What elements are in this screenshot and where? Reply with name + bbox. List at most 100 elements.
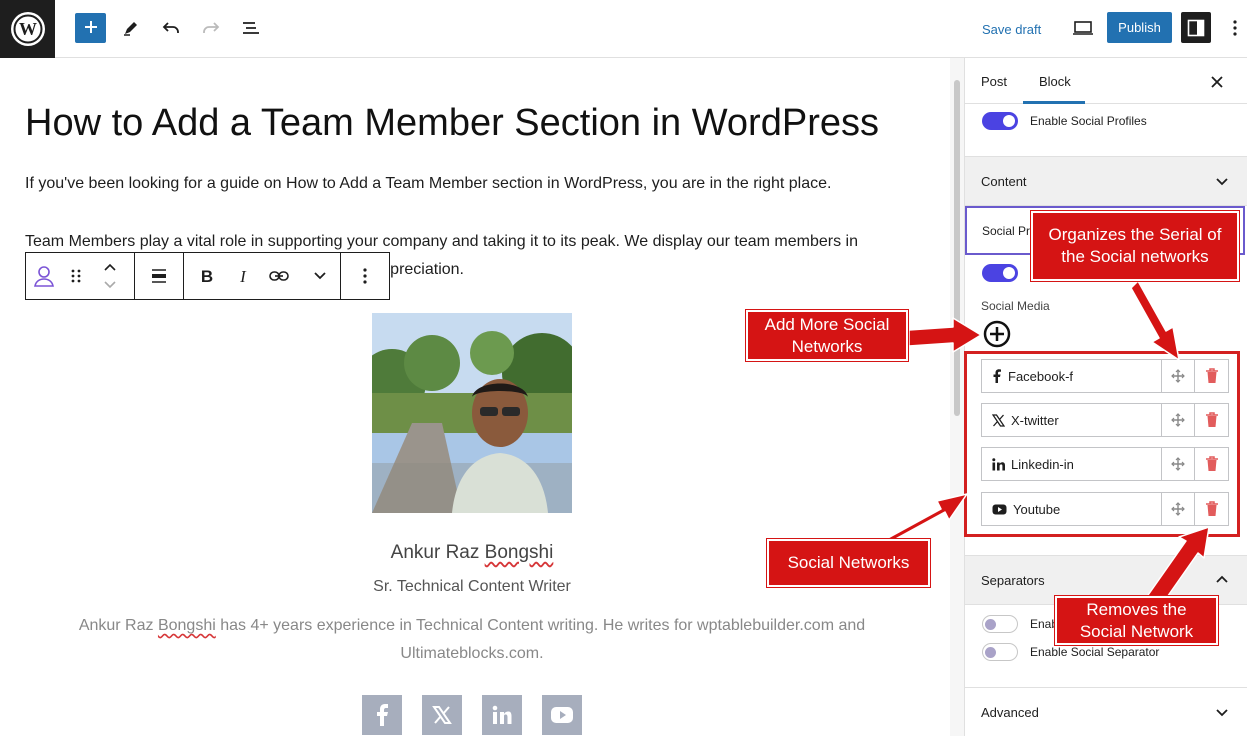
social-separator-toggle[interactable]: [982, 643, 1018, 661]
social-separator-label: Enable Social Separator: [1030, 645, 1160, 659]
more-formatting-button[interactable]: [302, 253, 338, 299]
social-profiles-inner-toggle[interactable]: [982, 264, 1018, 282]
svg-text:W: W: [19, 19, 37, 39]
document-overview-button[interactable]: [238, 15, 264, 41]
callout-add-line1: Add More Social: [764, 314, 890, 334]
callout-organizes-line1: Organizes the Serial of: [1048, 225, 1222, 244]
separator-option-1-label: Enab: [1030, 617, 1059, 631]
content-panel-title: Content: [981, 174, 1027, 189]
sidebar-tabs: Post Block: [965, 58, 1247, 104]
bold-icon: B: [201, 268, 213, 284]
editor-canvas: How to Add a Team Member Section in Word…: [0, 58, 950, 736]
plus-circle-icon: [983, 320, 1011, 348]
move-up-down-button[interactable]: [90, 253, 130, 299]
callout-organizes-line2: the Social networks: [1061, 247, 1209, 266]
wordpress-logo-button[interactable]: W: [0, 0, 55, 58]
callout-removes-line1: Removes the: [1086, 599, 1187, 619]
callout-add-line2: Networks: [791, 336, 863, 356]
italic-button[interactable]: I: [230, 253, 256, 299]
svg-text:I: I: [239, 268, 247, 284]
content-panel-header[interactable]: Content: [965, 156, 1247, 206]
x-twitter-icon: [432, 706, 452, 724]
link-icon: [269, 271, 289, 281]
youtube-social-link[interactable]: [542, 695, 582, 735]
block-toolbar-group-options: [341, 253, 389, 299]
add-social-network-button[interactable]: [983, 320, 1011, 348]
block-toolbar-group-mover: [26, 253, 135, 299]
align-button[interactable]: [135, 253, 183, 299]
italic-icon: I: [239, 268, 247, 284]
linkedin-social-link[interactable]: [482, 695, 522, 735]
paragraph-intro[interactable]: If you've been looking for a guide on Ho…: [25, 170, 831, 198]
settings-toggle-button[interactable]: [1181, 12, 1211, 43]
options-menu-button[interactable]: [1222, 15, 1247, 41]
redo-button[interactable]: [198, 15, 224, 41]
advanced-panel-header[interactable]: Advanced: [965, 687, 1247, 736]
member-photo-image: [372, 313, 572, 513]
pencil-icon: [124, 22, 137, 36]
svg-text:B: B: [201, 268, 213, 284]
facebook-social-link[interactable]: [362, 695, 402, 735]
team-member-icon: [34, 266, 54, 287]
add-more-networks-callout: Add More Social Networks: [746, 310, 908, 361]
drag-icon: [71, 269, 81, 283]
undo-icon: [162, 22, 179, 33]
member-name-last: Bongshi: [484, 542, 554, 563]
member-photo: [372, 313, 572, 513]
facebook-icon: [377, 704, 388, 726]
chevron-up-icon: [1216, 575, 1228, 583]
link-button[interactable]: [256, 253, 302, 299]
editor-scrollbar-thumb[interactable]: [954, 80, 960, 416]
callout-social-networks: Social Networks: [787, 553, 910, 572]
enable-social-profiles-label: Enable Social Profiles: [1030, 114, 1147, 128]
publish-button[interactable]: Publish: [1107, 12, 1172, 43]
post-title[interactable]: How to Add a Team Member Section in Word…: [25, 102, 879, 145]
tools-pencil-button[interactable]: [118, 15, 144, 41]
team-member-block-button[interactable]: [26, 253, 62, 299]
x-twitter-social-link[interactable]: [422, 695, 462, 735]
more-vertical-icon: [1233, 20, 1237, 36]
enable-social-profiles-toggle[interactable]: [982, 112, 1018, 130]
block-toolbar: B I: [25, 252, 390, 300]
chevron-down-icon: [1216, 709, 1228, 717]
networks-highlight-box: [964, 351, 1240, 537]
list-view-icon: [243, 22, 259, 34]
member-bio[interactable]: Ankur Raz Bongshi has 4+ years experienc…: [40, 612, 904, 668]
sidebar-settings-icon: [1187, 19, 1205, 36]
undo-button[interactable]: [158, 15, 184, 41]
chevron-up-down-icon: [104, 263, 116, 289]
add-block-button[interactable]: [75, 13, 106, 43]
tab-block[interactable]: Block: [1039, 74, 1071, 89]
align-center-icon: [152, 269, 166, 283]
close-icon: [1211, 76, 1223, 88]
block-toolbar-group-align: [135, 253, 184, 299]
drag-handle[interactable]: [62, 253, 90, 299]
preview-button[interactable]: [1070, 15, 1096, 41]
tab-post[interactable]: Post: [981, 74, 1007, 89]
block-options-button[interactable]: [341, 253, 389, 299]
more-vertical-icon: [363, 268, 367, 284]
editor-top-bar: W Save draft Publish: [0, 0, 1247, 58]
removes-network-callout: Removes the Social Network: [1055, 596, 1218, 645]
linkedin-icon: [492, 705, 512, 724]
active-tab-indicator: [1023, 101, 1085, 104]
member-bio-line2: Ultimateblocks.com.: [400, 645, 544, 662]
chevron-down-icon: [1216, 178, 1228, 186]
callout-removes-line2: Social Network: [1079, 621, 1194, 641]
separator-toggle-1[interactable]: [982, 615, 1018, 633]
social-media-label: Social Media: [981, 299, 1050, 313]
plus-icon: [84, 20, 97, 33]
member-name-first: Ankur Raz: [390, 542, 485, 563]
save-draft-button[interactable]: Save draft: [982, 17, 1054, 41]
chevron-down-icon: [314, 272, 326, 280]
social-networks-callout: Social Networks: [767, 539, 930, 587]
advanced-panel-title: Advanced: [981, 705, 1039, 720]
close-sidebar-button[interactable]: [1209, 74, 1225, 90]
redo-icon: [203, 22, 220, 33]
desktop-preview-icon: [1073, 21, 1093, 35]
bold-button[interactable]: B: [184, 253, 230, 299]
organizes-networks-callout: Organizes the Serial of the Social networ…: [1031, 211, 1239, 281]
social-profiles-title: Social Pr: [982, 224, 1031, 238]
member-bio-c: has 4+ years experience in Technical Con…: [215, 617, 866, 634]
member-bio-a: Ankur Raz: [78, 617, 158, 634]
